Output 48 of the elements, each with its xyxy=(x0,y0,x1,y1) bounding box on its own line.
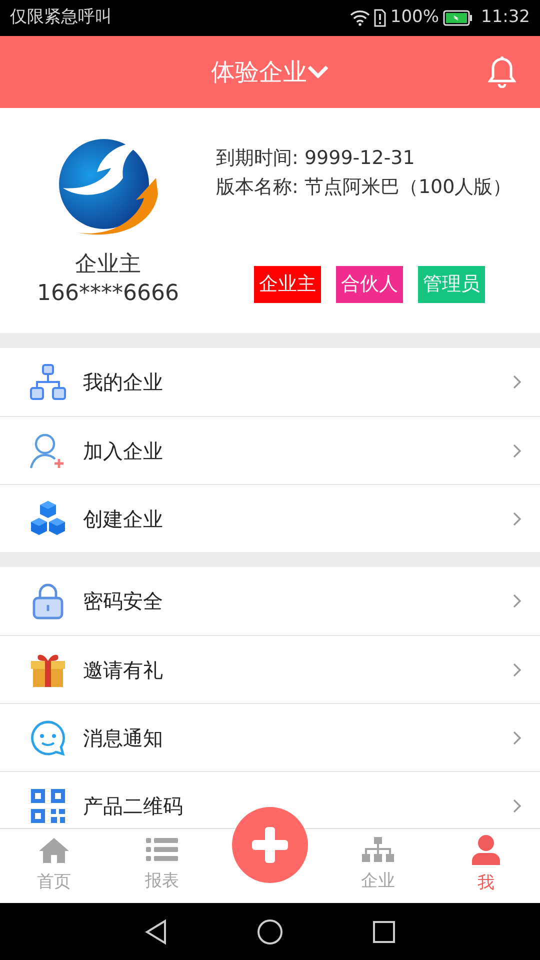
battery-percent: 100% xyxy=(390,6,439,30)
cubes-icon xyxy=(29,500,67,538)
qr-code-icon xyxy=(29,786,67,824)
chevron-right-icon xyxy=(512,510,522,526)
carrier-text: 仅限紧急呼叫 xyxy=(10,6,112,30)
role-tag: 合伙人 xyxy=(336,266,403,303)
chevron-right-icon xyxy=(512,442,522,458)
menu-row[interactable]: 加入企业 xyxy=(0,416,540,484)
owner-phone: 166****6666 xyxy=(37,280,179,308)
menu-row[interactable]: 邀请有礼 xyxy=(0,635,540,703)
menu-label: 我的企业 xyxy=(83,369,163,396)
recents-icon[interactable] xyxy=(373,920,395,942)
back-icon[interactable] xyxy=(145,918,167,944)
role-tag: 管理员 xyxy=(418,266,485,303)
expiry-text: 到期时间: 9999-12-31 xyxy=(216,146,416,171)
role-tag: 企业主 xyxy=(254,266,321,303)
menu-row[interactable]: 我的企业 xyxy=(0,348,540,416)
home-circle-icon[interactable] xyxy=(257,918,283,944)
menu-label: 消息通知 xyxy=(83,724,163,752)
menu-row[interactable]: 消息通知 xyxy=(0,703,540,771)
wifi-icon xyxy=(350,10,370,26)
chat-bubble-icon xyxy=(29,718,67,756)
chevron-right-icon xyxy=(512,374,522,390)
clock-text: 11:32 xyxy=(481,6,530,30)
bell-icon xyxy=(488,56,516,88)
menu-label: 邀请有礼 xyxy=(83,656,163,684)
owner-name: 企业主 xyxy=(75,251,141,279)
sim-alert-icon xyxy=(374,9,386,27)
list-icon xyxy=(146,837,178,864)
menu-row[interactable]: 密码安全 xyxy=(0,567,540,635)
menu-label: 产品二维码 xyxy=(83,792,183,820)
battery-charging-icon xyxy=(443,10,473,26)
plus-icon xyxy=(251,826,289,864)
org-chart-icon xyxy=(29,363,67,401)
menu-row[interactable]: 创建企业 xyxy=(0,484,540,552)
home-icon xyxy=(38,836,70,864)
chevron-right-icon xyxy=(512,798,522,814)
menu-label: 创建企业 xyxy=(83,506,163,532)
chevron-down-icon xyxy=(307,65,329,79)
menu-label: 密码安全 xyxy=(83,588,163,615)
chevron-right-icon xyxy=(512,730,522,746)
org-chart-icon xyxy=(362,837,394,864)
chevron-right-icon xyxy=(512,662,522,678)
version-text: 版本名称: 节点阿米巴（100人版） xyxy=(216,175,513,200)
notification-button[interactable] xyxy=(488,56,516,88)
menu-label: 加入企业 xyxy=(83,438,163,464)
person-icon xyxy=(470,835,502,866)
chevron-right-icon xyxy=(512,593,522,609)
